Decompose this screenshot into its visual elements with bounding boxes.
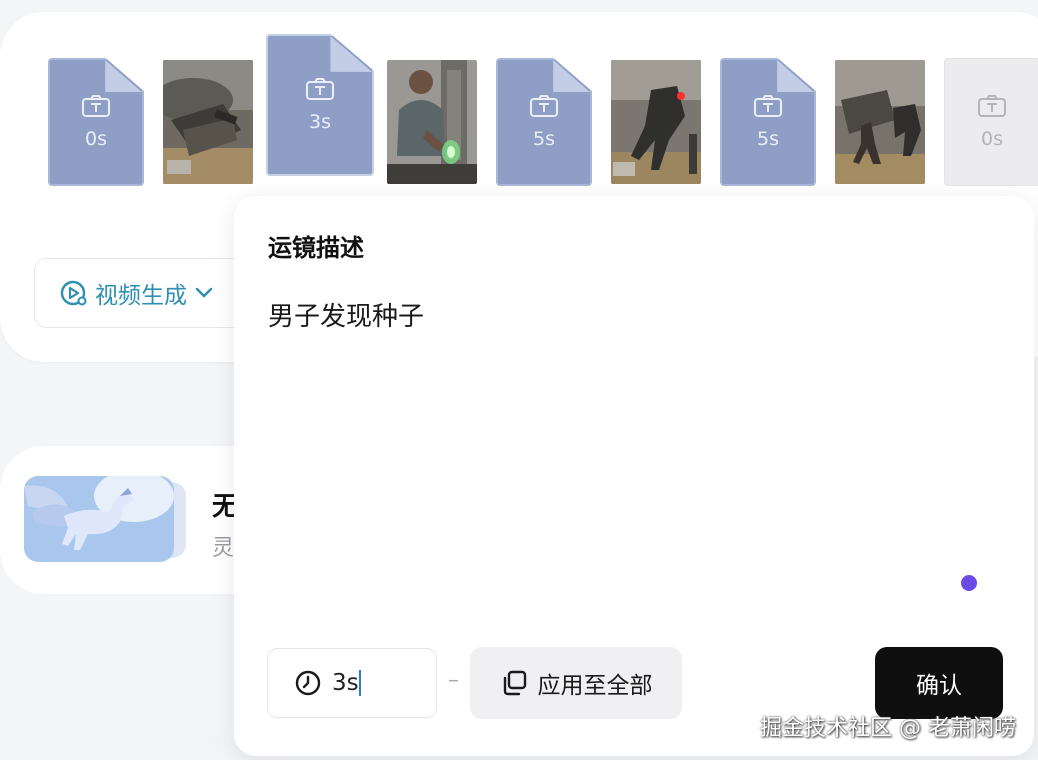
timeline-slot-empty[interactable]: 0s bbox=[944, 58, 1038, 186]
camera-description-text[interactable]: 男子发现种子 bbox=[268, 296, 424, 333]
shot-thumbnail[interactable] bbox=[835, 60, 925, 184]
text-cursor bbox=[358, 670, 361, 696]
slot-duration: 3s bbox=[309, 111, 331, 133]
popover-title: 运镜描述 bbox=[268, 234, 364, 262]
text-camera-icon bbox=[978, 95, 1006, 117]
shot-thumbnail[interactable] bbox=[163, 60, 253, 184]
mode-selector-button[interactable]: 视频生成 bbox=[34, 258, 264, 328]
shot-thumbnail[interactable] bbox=[611, 60, 701, 184]
slot-duration: 5s bbox=[533, 128, 555, 150]
copy-icon bbox=[503, 670, 526, 696]
text-camera-icon bbox=[754, 95, 782, 117]
status-dot bbox=[961, 575, 977, 591]
apply-to-all-label: 应用至全部 bbox=[537, 673, 653, 699]
pegasus-thumbnail bbox=[24, 476, 174, 562]
slot-duration: 0s bbox=[85, 128, 107, 150]
clock-icon bbox=[295, 670, 321, 696]
separator-dash: – bbox=[448, 668, 459, 693]
camera-description-popover: 运镜描述 男子发现种子 3s – 应用至全部 确认 bbox=[234, 196, 1034, 756]
mode-selector-label: 视频生成 bbox=[95, 283, 187, 309]
duration-value: 3s bbox=[332, 670, 359, 696]
shot-thumbnail[interactable] bbox=[387, 60, 477, 184]
project-subtitle: 灵 bbox=[212, 536, 235, 561]
slot-duration: 0s bbox=[981, 128, 1003, 150]
slot-duration: 5s bbox=[757, 128, 779, 150]
text-camera-icon bbox=[306, 78, 334, 100]
chevron-down-icon bbox=[195, 287, 213, 298]
video-play-icon bbox=[60, 280, 87, 306]
apply-to-all-button[interactable]: 应用至全部 bbox=[470, 647, 682, 719]
text-camera-icon bbox=[82, 95, 110, 117]
watermark: 掘金技术社区 @ 老萧闲唠 bbox=[760, 716, 1016, 741]
duration-input[interactable]: 3s bbox=[267, 648, 437, 718]
text-camera-icon bbox=[530, 95, 558, 117]
confirm-button[interactable]: 确认 bbox=[875, 647, 1003, 719]
